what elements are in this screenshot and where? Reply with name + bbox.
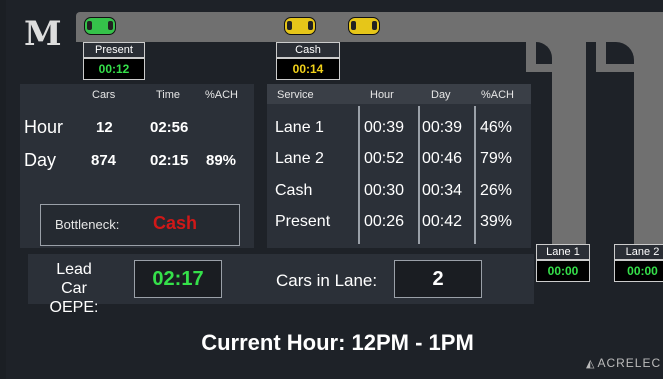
col-header-service: Service xyxy=(277,89,314,101)
service-name-cash: Cash xyxy=(275,182,313,199)
day-cars: 874 xyxy=(91,152,117,169)
hour-time: 02:56 xyxy=(150,119,189,136)
service-hour-present: 00:26 xyxy=(364,213,405,230)
lane2-timer: 00:00 xyxy=(614,260,663,282)
cash-car-icon xyxy=(348,17,380,35)
service-name-lane2: Lane 2 xyxy=(275,150,324,167)
divider xyxy=(474,106,476,244)
service-day-lane1: 00:39 xyxy=(422,119,463,136)
service-ach-lane2: 79% xyxy=(480,150,513,167)
bottleneck-label: Bottleneck: xyxy=(55,217,120,232)
service-hour-lane1: 00:39 xyxy=(364,119,405,136)
acrelec-icon: ◭ xyxy=(586,358,596,370)
lane1-label: Lane 1 xyxy=(536,244,590,260)
cash-label: Cash xyxy=(276,42,340,58)
lead-car-label-line2: OEPE: xyxy=(49,299,99,316)
lane2-label: Lane 2 xyxy=(614,244,663,260)
service-day-present: 00:42 xyxy=(422,213,463,230)
lead-car-label-line1: Lead Car xyxy=(56,261,92,297)
cash-timer: 00:14 xyxy=(276,58,340,80)
present-car-icon xyxy=(84,17,116,35)
service-name-lane1: Lane 1 xyxy=(275,119,324,136)
bottleneck-box: Bottleneck: Cash xyxy=(40,204,240,246)
cars-in-lane-value: 2 xyxy=(394,260,482,298)
present-label: Present xyxy=(83,42,145,58)
lane2-track xyxy=(634,40,663,246)
current-hour: Current Hour: 12PM - 1PM xyxy=(201,330,474,355)
service-day-cash: 00:34 xyxy=(422,182,463,199)
col-header-ach: %ACH xyxy=(205,89,239,101)
service-hour-cash: 00:30 xyxy=(364,182,405,199)
cash-car-icon xyxy=(284,17,316,35)
day-time: 02:15 xyxy=(150,152,189,169)
row-label-hour: Hour xyxy=(24,117,64,137)
lead-car-label: Lead Car OEPE: xyxy=(42,260,106,317)
present-timer: 00:12 xyxy=(83,58,145,80)
lane1-timer: 00:00 xyxy=(536,260,590,282)
cars-in-lane-label: Cars in Lane: xyxy=(276,271,378,290)
col-header-cars: Cars xyxy=(92,89,116,101)
lane1-track xyxy=(552,40,586,246)
acrelec-text: ACRELEC xyxy=(597,356,662,370)
service-ach-lane1: 46% xyxy=(480,119,513,136)
service-day-lane2: 00:46 xyxy=(422,150,463,167)
service-hour-lane2: 00:52 xyxy=(364,150,405,167)
col-header-time: Time xyxy=(156,89,181,101)
col-header-hour: Hour xyxy=(370,89,394,101)
hour-cars: 12 xyxy=(96,119,113,136)
service-name-present: Present xyxy=(275,213,331,230)
bottleneck-value: Cash xyxy=(153,213,198,233)
col-header-service-ach: %ACH xyxy=(481,89,515,101)
col-header-day: Day xyxy=(431,89,451,101)
acrelec-logo: ◭ ACRELEC xyxy=(586,356,661,370)
lead-car-panel: Lead Car OEPE: 02:17 Cars in Lane: 2 xyxy=(28,254,534,316)
row-label-day: Day xyxy=(24,150,57,170)
drive-thru-dashboard: M Present 00:12 Cash 00:14 Lane 1 00:00 … xyxy=(6,0,663,379)
divider xyxy=(418,106,420,244)
divider xyxy=(358,106,360,244)
day-ach: 89% xyxy=(206,152,237,169)
lead-car-timer: 02:17 xyxy=(134,260,222,298)
service-ach-cash: 26% xyxy=(480,182,513,199)
mcdonalds-logo: M xyxy=(24,14,62,54)
service-ach-present: 39% xyxy=(480,213,513,230)
